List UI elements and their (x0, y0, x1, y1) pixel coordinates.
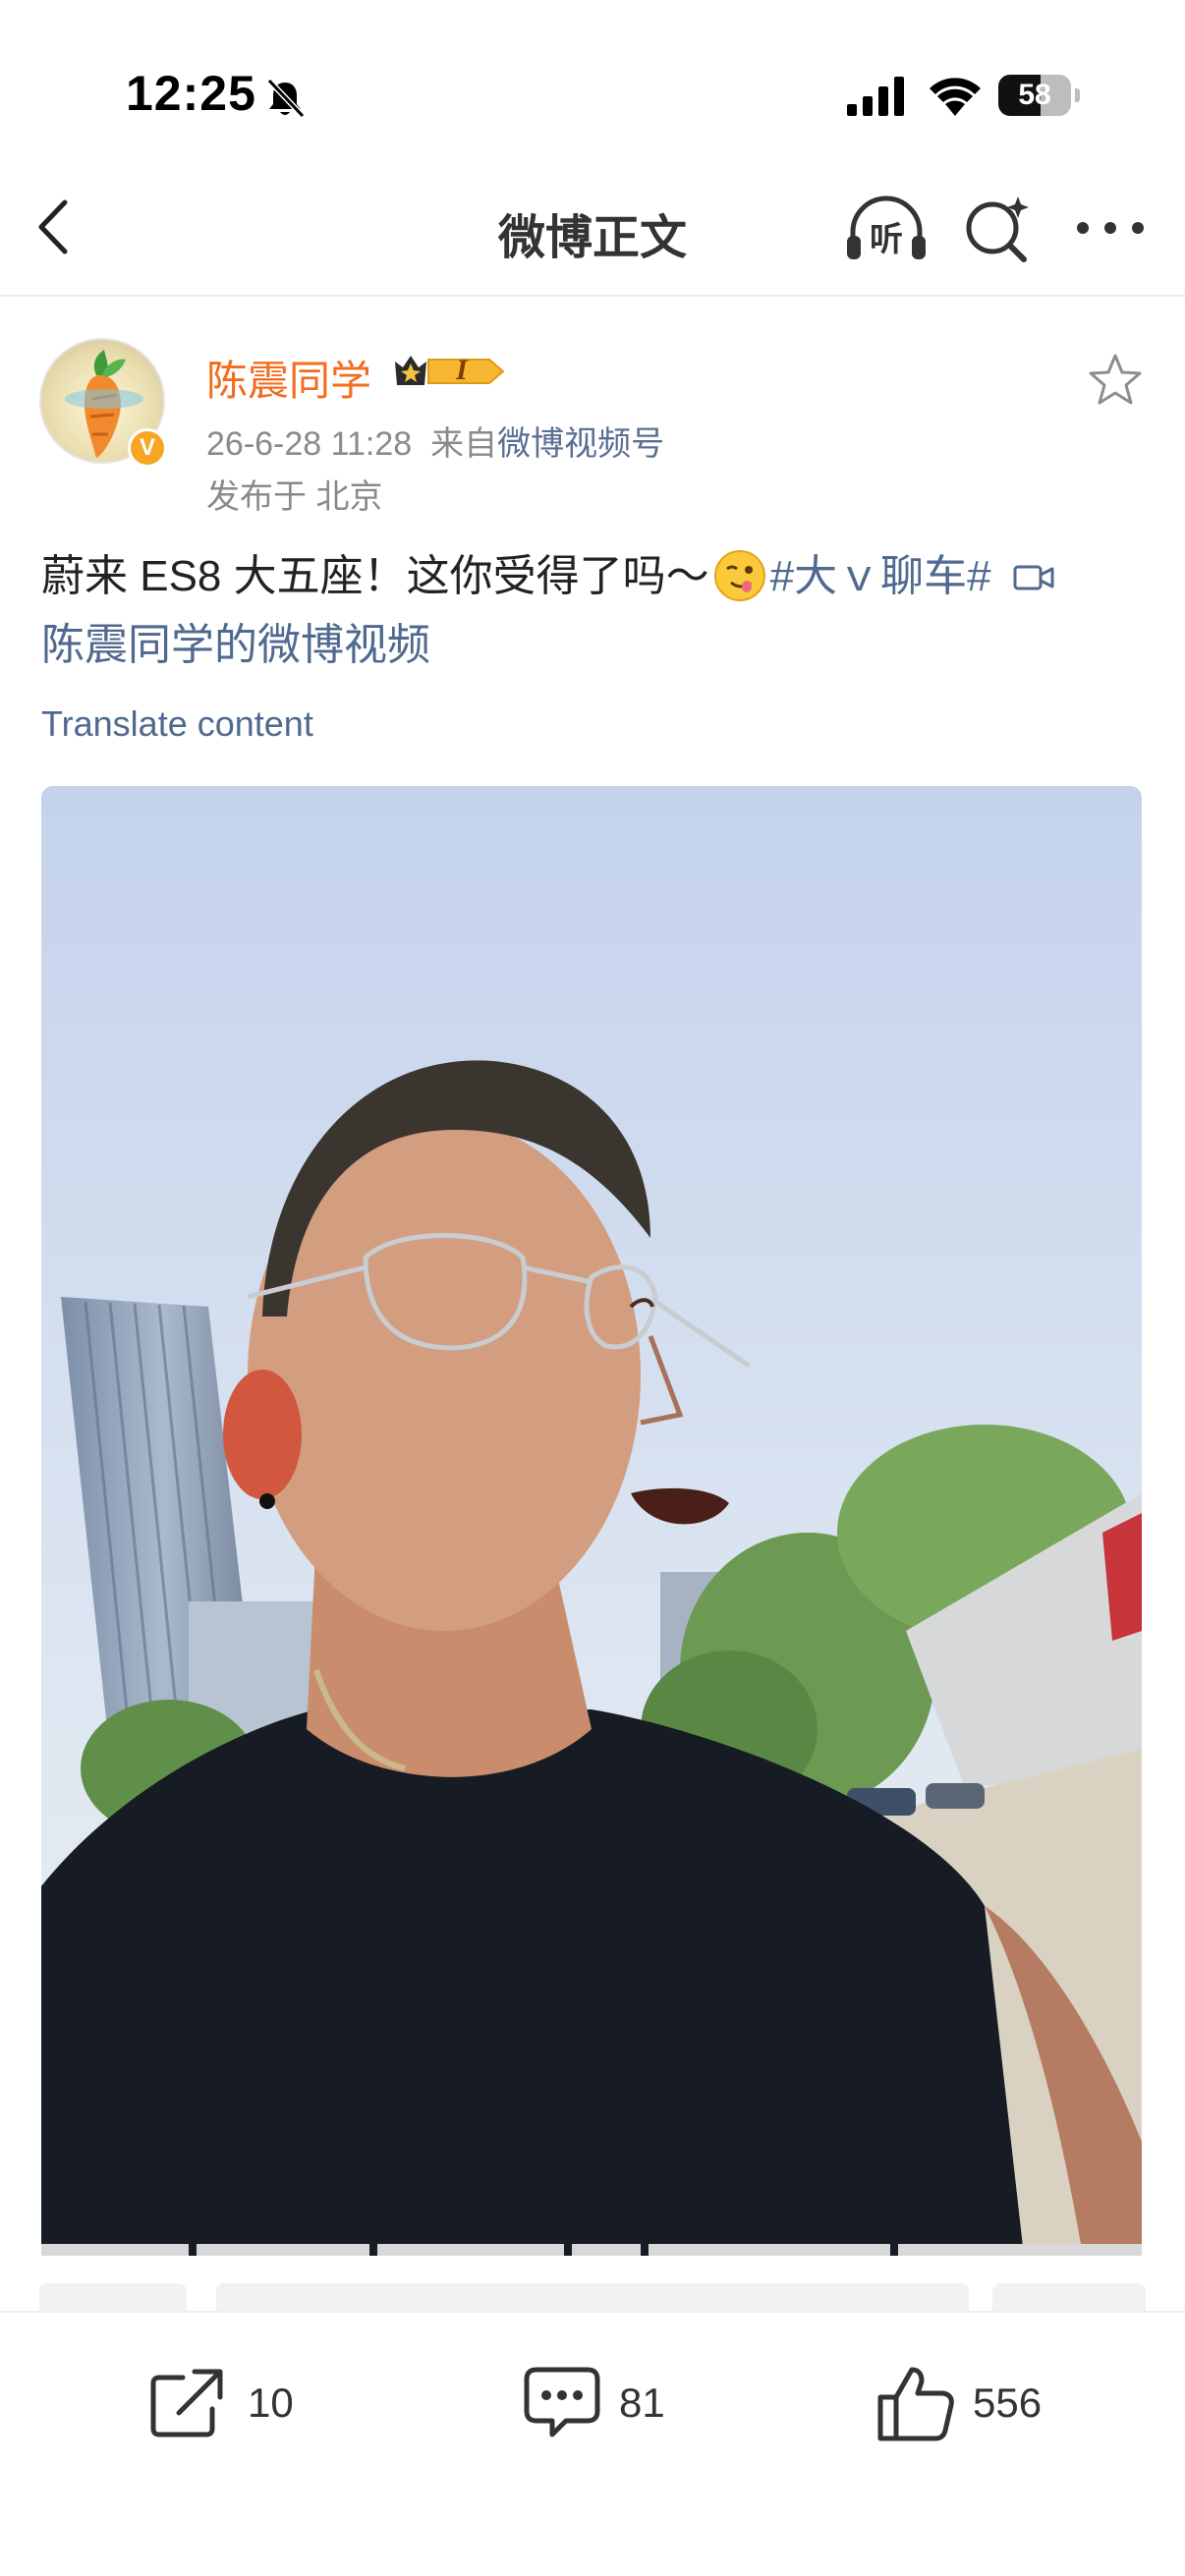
post-meta: 26-6-28 11:28 来自微博视频号 (206, 417, 664, 465)
listen-label: 听 (870, 221, 903, 258)
comment-icon (524, 2367, 600, 2437)
like-count: 556 (973, 2380, 1043, 2426)
listen-button[interactable]: 听 (843, 193, 930, 263)
translate-link[interactable]: Translate content (41, 703, 313, 745)
status-time: 12:25 (126, 66, 256, 121)
post-body: 蔚来 ES8 大五座！这你受得了吗～ (41, 552, 709, 600)
post-date: 26-6-28 11:28 (206, 425, 413, 463)
video-frame-image (41, 786, 1142, 2256)
like-button[interactable]: 556 (876, 2356, 1093, 2444)
video-player[interactable] (41, 786, 1142, 2256)
post-source-prefix: 来自 (430, 425, 498, 463)
next-post-preview (0, 2256, 1185, 2313)
post-source[interactable]: 微博视频号 (497, 425, 664, 463)
video-camera-icon (1013, 565, 1054, 590)
status-bar: 12:25 58 (0, 0, 1185, 157)
avatar[interactable]: V (39, 316, 167, 468)
more-dots-icon[interactable] (1071, 206, 1150, 250)
share-icon (150, 2369, 223, 2437)
search-sparkle-icon[interactable] (961, 193, 1034, 265)
star-icon[interactable] (1087, 352, 1144, 409)
topic-link[interactable]: #大ｖ聊车# (770, 552, 991, 600)
repost-count: 10 (248, 2380, 294, 2426)
vip-level: I (456, 354, 468, 386)
signal-icon (847, 77, 904, 116)
action-bar: 10 81 556 (0, 2311, 1185, 2576)
author-name[interactable]: 陈震同学 (206, 348, 371, 408)
repost-button[interactable]: 10 (149, 2356, 346, 2444)
back-chevron-icon[interactable] (26, 193, 85, 261)
comment-count: 81 (619, 2380, 665, 2426)
vip-badge[interactable]: I (391, 350, 507, 393)
thumbs-up-icon (877, 2367, 954, 2441)
drooling-face-emoji (713, 550, 765, 601)
battery-level: 58 (1018, 79, 1051, 111)
verified-badge: V (128, 428, 167, 468)
video-link[interactable]: 陈震同学的微博视频 (41, 621, 430, 669)
battery-icon: 58 (998, 75, 1080, 116)
comment-button[interactable]: 81 (523, 2356, 719, 2444)
nav-bar: 微博正文 听 (0, 157, 1185, 297)
post-text: 蔚来 ES8 大五座！这你受得了吗～ #大ｖ聊车# 陈震同学的微博视频 (41, 542, 1152, 680)
bell-slash-icon (266, 78, 306, 119)
wifi-icon (930, 78, 981, 116)
post-location: 发布于 北京 (206, 478, 383, 516)
page-title: 微博正文 (497, 212, 687, 264)
video-filmstrip (41, 2244, 1142, 2256)
